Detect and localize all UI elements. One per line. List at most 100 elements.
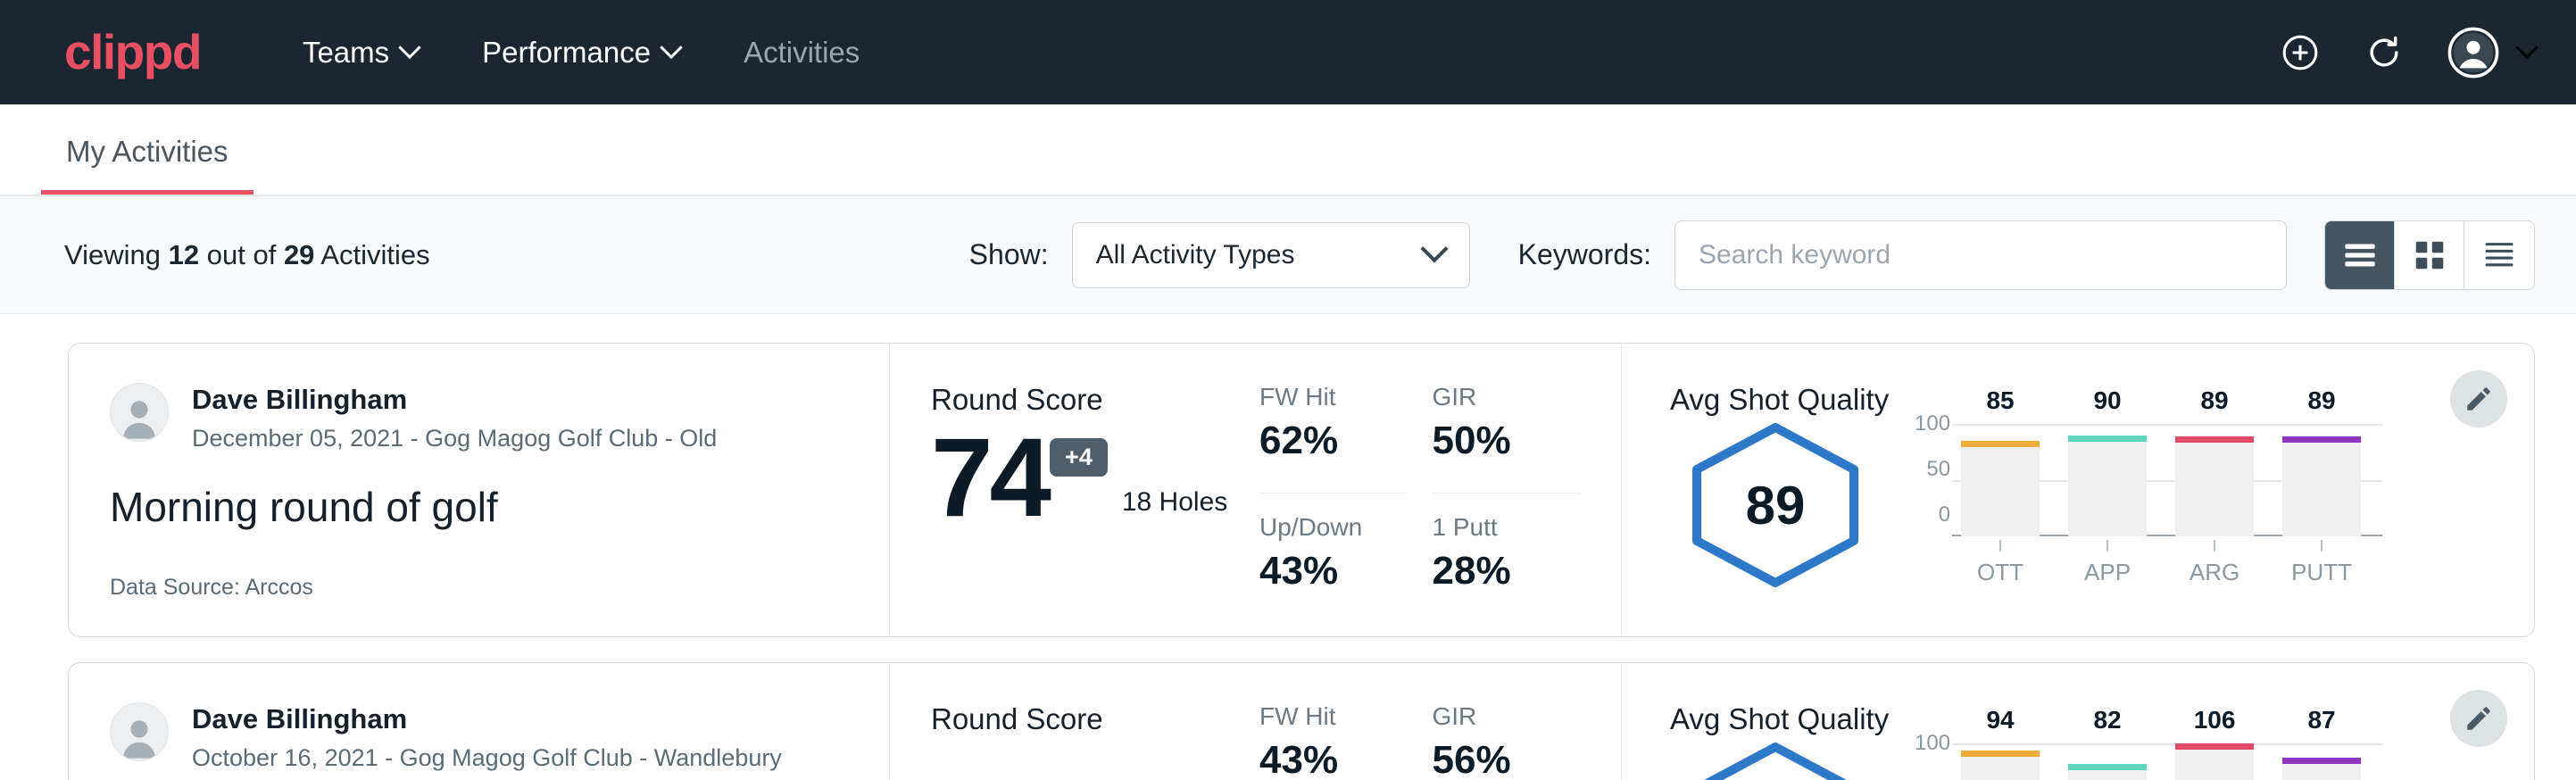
chart-plot-area: 948210687 OTTAPPARGPUTT — [1961, 743, 2361, 780]
stat-label: GIR — [1433, 702, 1581, 731]
activity-type-value: All Activity Types — [1096, 240, 1295, 270]
round-stats-grid: FW Hit 43% GIR 56% — [1247, 663, 1622, 780]
nav-item-performance[interactable]: Performance — [450, 36, 711, 70]
stat-gir: GIR 50% — [1433, 383, 1581, 494]
account-menu[interactable] — [2447, 27, 2535, 79]
author-name: Dave Billingham — [192, 702, 782, 737]
bar-value-label: 82 — [2068, 706, 2147, 734]
avg-shot-quality-body: 100 50 0 948210687 OTTAPPARGPUTT — [1670, 742, 2427, 780]
activity-card-list: Dave Billingham December 05, 2021 - Gog … — [0, 314, 2576, 780]
tick-mark — [1999, 540, 2001, 552]
nav-actions — [2280, 27, 2535, 79]
chart-bar: 106 — [2175, 743, 2254, 780]
chevron-down-icon — [1420, 235, 1448, 262]
tab-my-activities[interactable]: My Activities — [41, 135, 253, 195]
stat-label: FW Hit — [1259, 702, 1408, 731]
bar-fill — [2282, 436, 2361, 536]
bar-fill — [2068, 436, 2147, 536]
account-avatar-icon — [2447, 27, 2499, 79]
compact-view-icon — [2481, 240, 2517, 270]
add-circle-icon[interactable] — [2280, 32, 2321, 73]
stat-value: 28% — [1433, 549, 1581, 593]
person-icon — [114, 391, 164, 441]
nav-item-teams[interactable]: Teams — [270, 36, 450, 70]
tab-label: My Activities — [66, 135, 229, 168]
activity-type-select[interactable]: All Activity Types — [1072, 222, 1470, 288]
x-tick: OTT — [1961, 540, 2040, 586]
grid-view-button[interactable] — [2395, 221, 2464, 289]
pencil-icon — [2464, 703, 2494, 734]
stat-value: 50% — [1433, 419, 1581, 463]
avg-shot-quality-body: 89 100 50 0 85908989 OTTAPPARGP — [1670, 422, 2427, 588]
chart-bars: 85908989 — [1961, 424, 2361, 536]
bar-fill — [1961, 441, 2040, 536]
viewing-total: 29 — [284, 239, 314, 270]
chart-plot-area: 85908989 OTT APP ARG PUTT — [1961, 424, 2361, 586]
keywords-label: Keywords: — [1518, 238, 1651, 271]
person-icon — [114, 710, 164, 760]
bar-fill — [2175, 743, 2254, 780]
edit-activity-button[interactable] — [2450, 690, 2507, 747]
primary-nav: Teams Performance Activities — [270, 36, 892, 70]
chart-bar: 82 — [2068, 743, 2147, 780]
activity-meta: October 16, 2021 - Gog Magog Golf Club -… — [192, 744, 782, 772]
list-view-button[interactable] — [2325, 221, 2395, 289]
stat-label: FW Hit — [1259, 383, 1408, 411]
round-score-value: 74 — [931, 426, 1048, 532]
nav-item-activities[interactable]: Activities — [711, 36, 892, 70]
app-logo[interactable]: clippd — [64, 28, 201, 77]
activity-identity: Dave Billingham December 05, 2021 - Gog … — [69, 344, 890, 636]
x-tick-label: ARG — [2175, 559, 2254, 586]
viewing-prefix: Viewing — [64, 239, 161, 270]
chart-bars: 948210687 — [1961, 743, 2361, 780]
viewing-suffix: Activities — [320, 239, 429, 270]
quality-hexagon: 89 — [1686, 422, 1865, 588]
activity-title: Morning round of golf — [110, 483, 853, 531]
y-tick: 50 — [1915, 459, 1950, 480]
bar-value-label: 87 — [2282, 706, 2361, 734]
bar-value-label: 85 — [1961, 386, 2040, 415]
avatar — [110, 383, 169, 442]
chart-y-axis: 100 50 0 — [1915, 743, 1950, 780]
y-tick: 100 — [1915, 733, 1950, 754]
stat-label: 1 Putt — [1433, 513, 1581, 542]
tick-mark — [2321, 540, 2323, 552]
activity-author: Dave Billingham December 05, 2021 - Gog … — [110, 383, 853, 452]
round-score-section: Round Score 74 +4 18 Holes — [890, 344, 1247, 636]
filter-bar: Viewing 12 out of 29 Activities Show: Al… — [0, 196, 2576, 314]
filter-controls: Show: All Activity Types Keywords: — [969, 220, 2535, 290]
stat-up-down: Up/Down 43% — [1259, 494, 1408, 602]
bar-fill — [1961, 751, 2040, 780]
nav-item-label: Teams — [303, 36, 389, 70]
chart-bar: 87 — [2282, 743, 2361, 780]
avg-shot-quality-section: Avg Shot Quality 89 100 50 0 — [1622, 344, 2534, 636]
shot-quality-bar-chart: 100 50 0 948210687 OTTAPPARGPUTT — [1915, 743, 2361, 780]
chart-bar: 89 — [2175, 424, 2254, 536]
round-score-label: Round Score — [931, 702, 1247, 736]
activity-card[interactable]: Dave Billingham October 16, 2021 - Gog M… — [68, 662, 2535, 780]
x-tick: ARG — [2175, 540, 2254, 586]
activity-identity: Dave Billingham October 16, 2021 - Gog M… — [69, 663, 890, 780]
quality-score-value: 89 — [1686, 422, 1865, 588]
edit-activity-button[interactable] — [2450, 370, 2507, 427]
chart-x-axis: OTT APP ARG PUTT — [1961, 540, 2361, 586]
tick-mark — [2107, 540, 2108, 552]
author-name: Dave Billingham — [192, 383, 717, 418]
bar-value-label: 89 — [2175, 386, 2254, 415]
compact-view-button[interactable] — [2464, 221, 2534, 289]
refresh-icon[interactable] — [2364, 32, 2405, 73]
grid-view-icon — [2414, 239, 2446, 271]
chart-bar: 90 — [2068, 424, 2147, 536]
search-input[interactable] — [1674, 220, 2287, 290]
x-tick-label: OTT — [1961, 559, 2040, 586]
stat-value: 43% — [1259, 549, 1408, 593]
y-tick: 100 — [1915, 413, 1950, 435]
x-tick-label: PUTT — [2282, 559, 2361, 586]
stat-value: 43% — [1259, 738, 1408, 780]
chart-y-axis: 100 50 0 — [1915, 424, 1950, 536]
bar-fill — [2068, 764, 2147, 780]
activity-card[interactable]: Dave Billingham December 05, 2021 - Gog … — [68, 343, 2535, 637]
x-tick: APP — [2068, 540, 2147, 586]
viewing-middle: out of — [207, 239, 277, 270]
avg-shot-quality-section: Avg Shot Quality 100 50 0 — [1622, 663, 2534, 780]
